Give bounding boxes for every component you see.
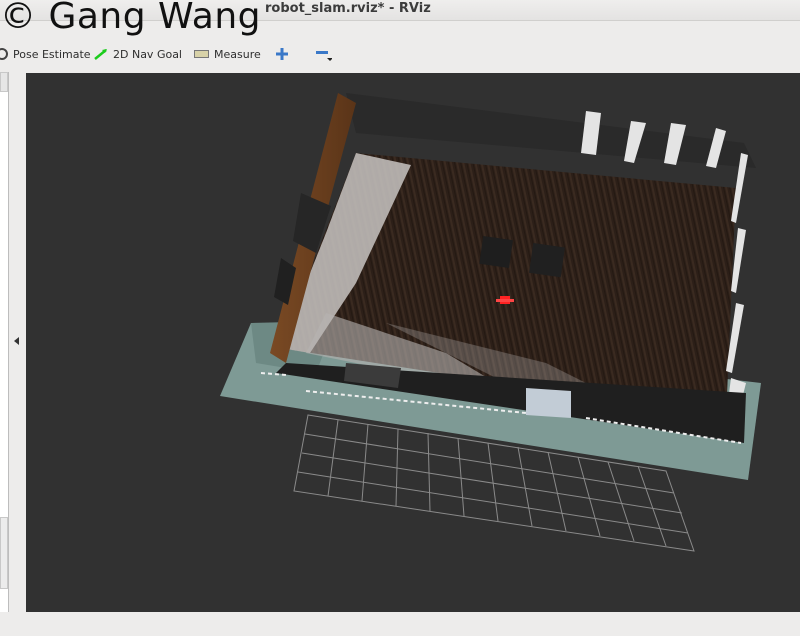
nav-goal-tool[interactable]: 2D Nav Goal	[94, 47, 182, 61]
add-tool-button[interactable]	[276, 47, 288, 61]
measure-label: Measure	[214, 47, 261, 61]
panel-lower-handle[interactable]	[0, 517, 8, 589]
displays-panel-edge[interactable]	[0, 72, 9, 612]
panel-scroll-handle[interactable]	[0, 72, 8, 92]
pose-estimate-tool[interactable]: Pose Estimate	[0, 47, 91, 61]
3d-render-viewport[interactable]	[26, 73, 800, 612]
nav-goal-icon	[94, 49, 107, 60]
table-right	[529, 243, 565, 278]
window-title: robot_slam.rviz* - RViz	[265, 1, 431, 16]
table-left	[479, 236, 513, 268]
plus-icon	[276, 48, 288, 60]
rviz-toolbar: Pose Estimate 2D Nav Goal Measure	[0, 36, 800, 70]
remove-tool-button[interactable]	[316, 47, 332, 61]
watermark-text: © Gang Wang	[0, 0, 262, 37]
status-bar	[0, 612, 800, 636]
minus-icon	[316, 51, 332, 61]
back-wall	[346, 93, 756, 168]
slam-map-scene	[220, 93, 761, 552]
collapse-left-icon[interactable]	[14, 337, 19, 345]
pose-estimate-label: Pose Estimate	[13, 47, 91, 61]
panel-splitter[interactable]	[9, 72, 25, 612]
pose-estimate-icon	[0, 48, 8, 60]
nav-goal-label: 2D Nav Goal	[113, 47, 182, 61]
measure-tool[interactable]: Measure	[194, 47, 261, 61]
measure-icon	[194, 50, 209, 58]
